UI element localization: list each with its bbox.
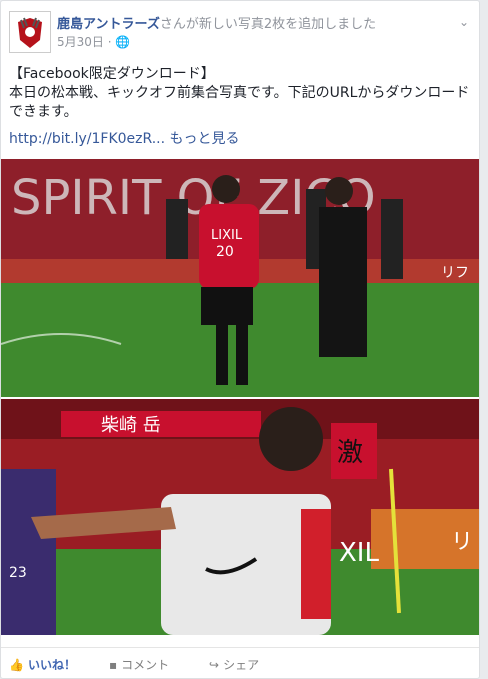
globe-icon: 🌐 [115, 35, 131, 49]
thumbs-up-icon: 👍 [9, 657, 24, 672]
post-link[interactable]: http://bit.ly/1FK0ezR... [9, 131, 165, 147]
shirt-sponsor: LIXIL [211, 228, 243, 243]
photo-1[interactable]: SPIRIT OF ZICO リフ LIXIL 20 [1, 159, 479, 397]
post-text-line2: 本日の松本戦、キックオフ前集合写真です。下記のURLからダウンロードできます。 [9, 85, 470, 120]
post-actions: 👍 いいね！ ▪ コメント ↪ シェア [1, 647, 479, 678]
page-avatar[interactable] [9, 11, 51, 53]
photo-1-image: SPIRIT OF ZICO リフ LIXIL 20 [1, 159, 479, 397]
stand-banner-text: 柴崎 岳 [101, 415, 161, 436]
see-more-link[interactable]: もっと見る [170, 131, 240, 147]
flag-text: 激 [337, 438, 363, 468]
like-label: いいね！ [27, 658, 76, 672]
photo-2-image: 柴崎 岳 激 XIL リ 23 [1, 399, 479, 635]
comment-button[interactable]: ▪ コメント [109, 656, 169, 673]
post-card: 鹿島アントラーズさんが新しい写真2枚を追加しました ⌄ 5月30日 · 🌐 【F… [0, 0, 480, 679]
post-meta: 5月30日 · 🌐 [57, 33, 130, 50]
shirt-number: 20 [216, 244, 234, 260]
comment-label: コメント [121, 658, 170, 672]
chevron-down-icon[interactable]: ⌄ [459, 15, 469, 29]
post-text-line1: 【Facebook限定ダウンロード】 [9, 66, 215, 82]
post-header: 鹿島アントラーズさんが新しい写真2枚を追加しました [57, 13, 376, 32]
antlers-logo-icon [18, 17, 42, 48]
photo-2[interactable]: 柴崎 岳 激 XIL リ 23 [1, 399, 479, 635]
share-icon: ↪ [209, 657, 220, 672]
board-text-2: リ [451, 530, 473, 555]
post-date[interactable]: 5月30日 [57, 35, 104, 49]
post-text: 【Facebook限定ダウンロード】 本日の松本戦、キックオフ前集合写真です。下… [9, 65, 471, 149]
page-name-link[interactable]: 鹿島アントラーズ [57, 17, 160, 32]
ad-board-text: リフ [441, 265, 469, 281]
vest-number: 23 [9, 565, 27, 581]
share-button[interactable]: ↪ シェア [209, 656, 259, 673]
comment-icon: ▪ [109, 657, 118, 672]
like-button[interactable]: 👍 いいね！ [9, 656, 76, 673]
board-text: XIL [339, 538, 379, 568]
post-action-text: さんが新しい写真2枚を追加しました [159, 17, 377, 32]
share-label: シェア [223, 658, 260, 672]
